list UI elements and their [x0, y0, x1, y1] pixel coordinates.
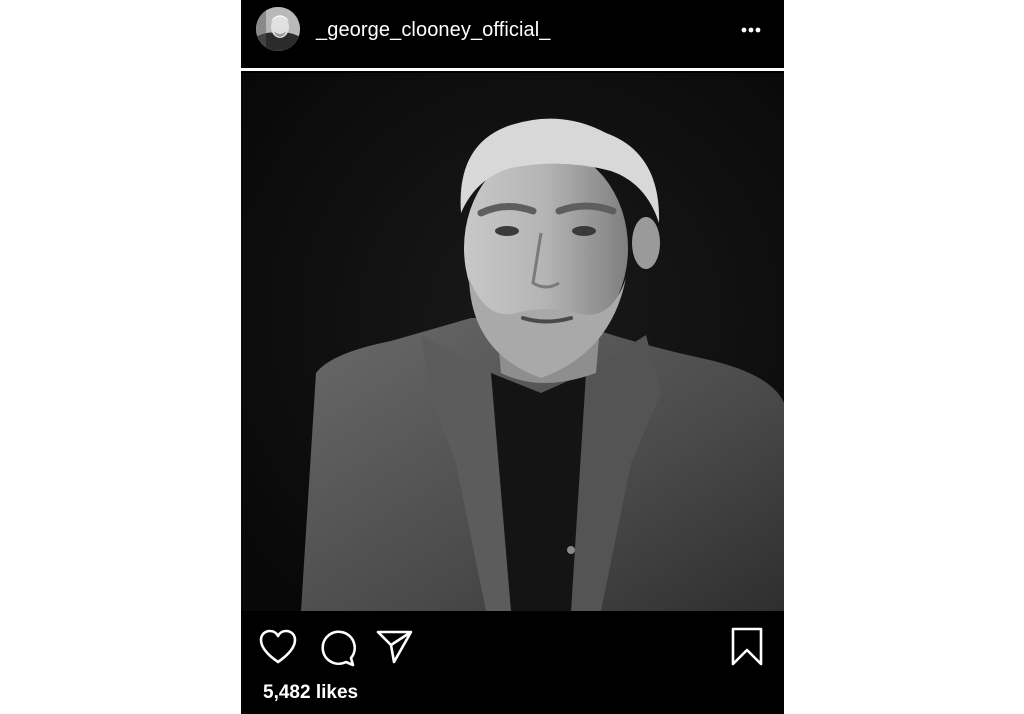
instagram-post: _george_clooney_official_ 5,482 likes — [241, 0, 784, 714]
username-link[interactable]: _george_clooney_official_ — [316, 19, 551, 42]
avatar[interactable] — [256, 7, 300, 51]
post-actions-bar: 5,482 likes — [241, 611, 784, 714]
header-divider — [241, 68, 784, 71]
like-button[interactable] — [259, 629, 297, 670]
heart-icon — [259, 629, 297, 664]
more-horizontal-icon — [741, 27, 761, 33]
comment-icon — [321, 630, 356, 667]
more-options-button[interactable] — [738, 20, 768, 40]
save-button[interactable] — [730, 627, 764, 672]
bookmark-icon — [731, 627, 763, 666]
portrait-photo — [241, 73, 784, 611]
share-button[interactable] — [376, 629, 414, 670]
comment-button[interactable] — [318, 629, 356, 672]
send-icon — [376, 630, 413, 664]
avatar-photo — [256, 7, 300, 51]
post-image[interactable] — [241, 73, 784, 611]
post-header: _george_clooney_official_ — [241, 0, 784, 68]
likes-count[interactable]: 5,482 likes — [263, 682, 358, 704]
